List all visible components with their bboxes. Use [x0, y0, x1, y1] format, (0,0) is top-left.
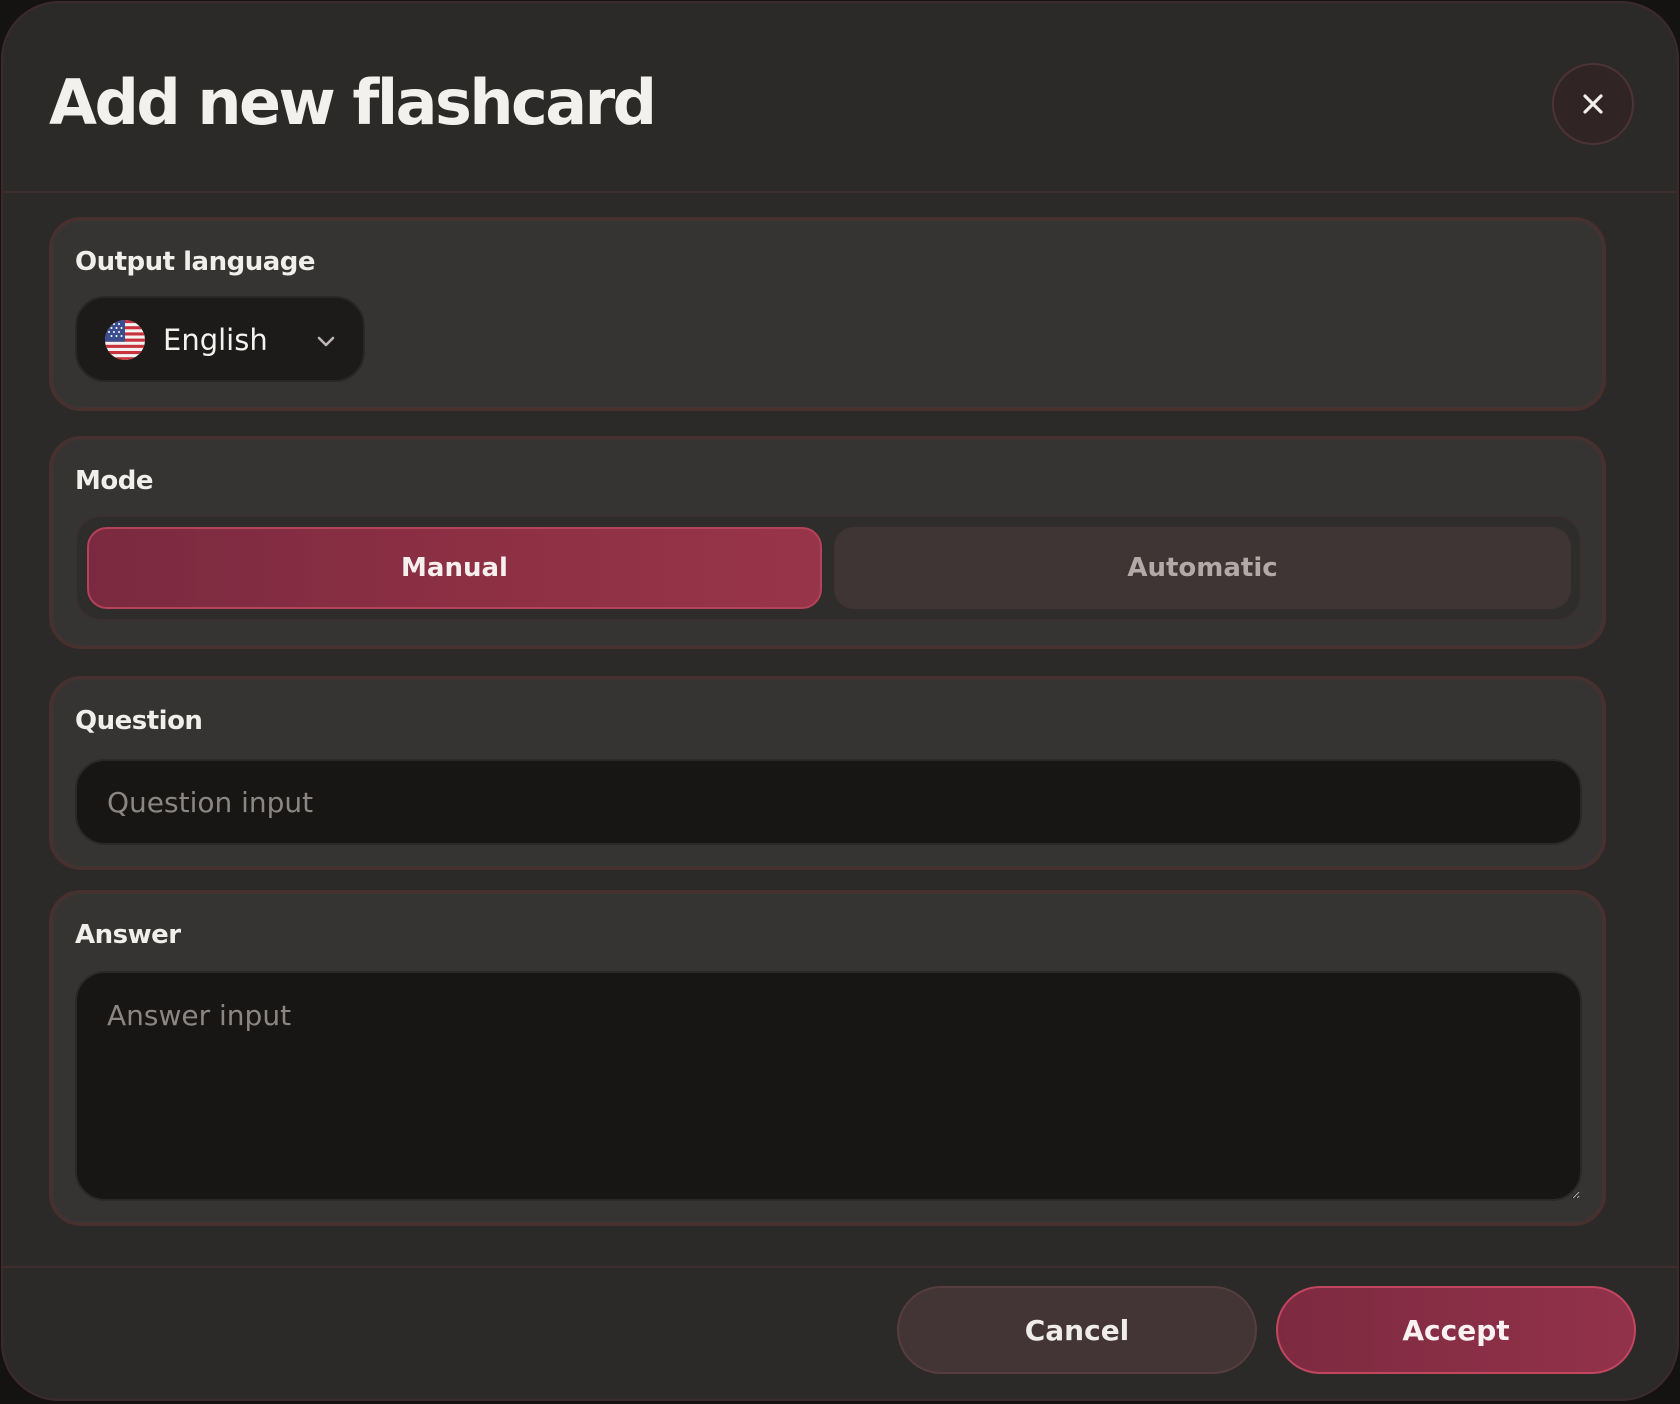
mode-manual-button[interactable]: Manual: [87, 527, 822, 609]
output-language-label: Output language: [75, 247, 316, 277]
question-label: Question: [75, 706, 203, 736]
dialog-footer: Cancel Accept: [3, 1266, 1677, 1399]
mode-label: Mode: [75, 466, 153, 496]
cancel-button[interactable]: Cancel: [897, 1286, 1257, 1374]
dialog-header: Add new flashcard: [3, 3, 1677, 193]
us-flag-icon: [105, 320, 145, 360]
mode-segmented-control: Manual Automatic: [75, 515, 1582, 621]
accept-button[interactable]: Accept: [1276, 1286, 1636, 1374]
add-flashcard-dialog: Add new flashcard Output language Englis…: [1, 1, 1679, 1401]
mode-section: Mode Manual Automatic: [49, 436, 1606, 649]
question-input[interactable]: [75, 759, 1582, 845]
mode-automatic-button[interactable]: Automatic: [834, 527, 1571, 609]
close-button[interactable]: [1552, 63, 1634, 145]
dialog-title: Add new flashcard: [49, 66, 657, 139]
chevron-down-icon: [317, 336, 335, 347]
output-language-section: Output language English: [49, 217, 1606, 411]
close-icon: [1583, 94, 1603, 114]
selected-language: English: [163, 323, 268, 357]
answer-label: Answer: [75, 920, 181, 950]
language-select[interactable]: English: [75, 296, 365, 382]
answer-input[interactable]: [75, 971, 1582, 1201]
question-section: Question: [49, 676, 1606, 870]
answer-section: Answer: [49, 890, 1606, 1226]
